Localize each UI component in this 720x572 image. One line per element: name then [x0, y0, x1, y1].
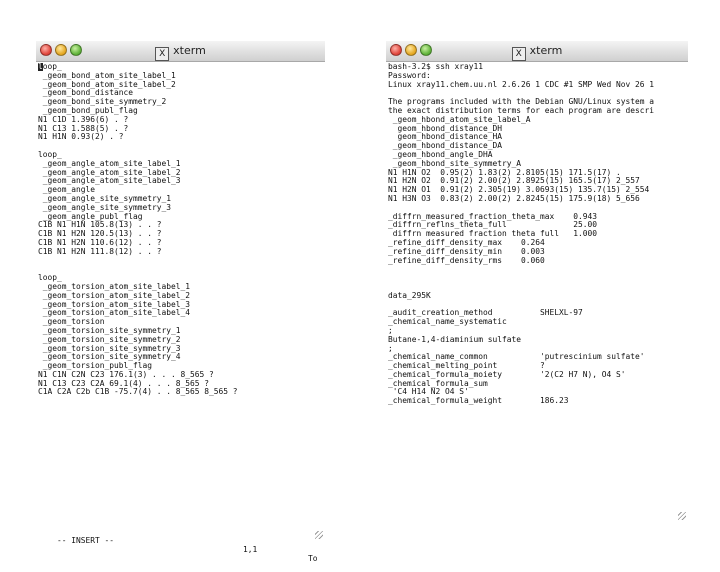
terminal-line: bash-3.2$ ssh xray11	[388, 63, 484, 71]
terminal-line: N1 H1N 0.93(2) . ?	[38, 132, 124, 142]
cursor-position: 1,1	[243, 545, 258, 554]
terminal-line: N1 H3N O3 0.83(2) 2.00(2) 2.8245(15) 175…	[388, 193, 640, 203]
terminal-content[interactable]: loop_ _geom_bond_atom_site_label_1 _geom…	[38, 63, 323, 541]
status-extra: To	[308, 554, 318, 563]
window-title: Xxterm	[386, 44, 688, 61]
vim-mode-indicator: -- INSERT --	[57, 536, 115, 545]
terminal-line: data_295K	[388, 290, 431, 300]
resize-grip-icon[interactable]	[676, 510, 688, 522]
resize-grip-icon[interactable]	[313, 529, 325, 541]
window-titlebar[interactable]: Xxterm	[36, 41, 325, 62]
window-title-text: xterm	[173, 44, 206, 57]
terminal-line: Linux xray11.chem.uu.nl 2.6.26 1 CDC #1 …	[388, 79, 655, 89]
window-titlebar[interactable]: Xxterm	[386, 41, 688, 62]
terminal-line: C1A C2A C2b C1B -75.7(4) . . 8_565 8_565…	[38, 387, 238, 397]
terminal-line: C1B N1 H2N 111.8(12) . . ?	[38, 246, 162, 256]
text-cursor: l	[38, 63, 43, 71]
x11-icon: X	[511, 47, 526, 61]
terminal-line: _chemical_formula_weight 186.23	[388, 396, 569, 406]
x11-icon: X	[155, 47, 170, 61]
window-title: Xxterm	[36, 44, 325, 61]
terminal-line: Butane-1,4-diaminium sulfate	[388, 334, 522, 344]
terminal-line: _refine_diff_density_rms 0.060	[388, 255, 545, 265]
xterm-window-right[interactable]: Xxterm bash-3.2$ ssh xray11 Password: Linu…	[386, 41, 688, 522]
vim-status-line: -- INSERT -- 1,1 To	[38, 527, 323, 563]
terminal-line: _chemical_name_systematic	[388, 317, 507, 327]
xterm-window-left[interactable]: Xxterm loop_ _geom_bond_atom_site_label_…	[36, 41, 325, 563]
window-title-text: xterm	[529, 44, 563, 57]
terminal-content[interactable]: bash-3.2$ ssh xray11 Password: Linux xray1…	[388, 63, 686, 522]
